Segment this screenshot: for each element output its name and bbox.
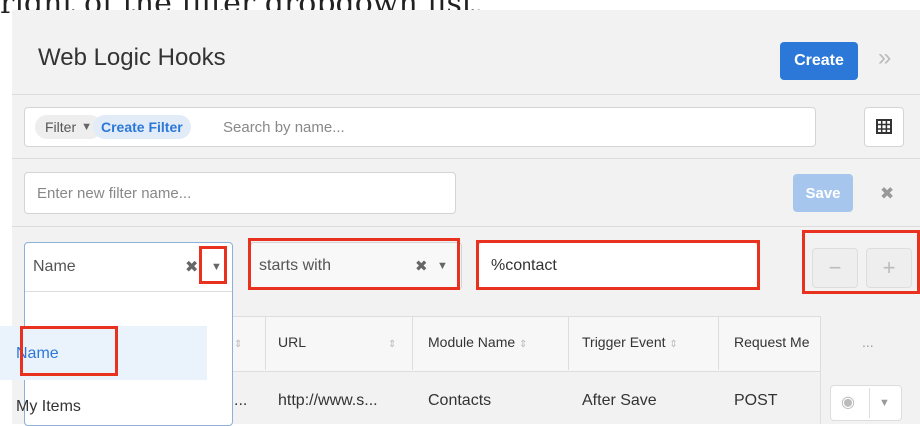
- cell-trigger: After Save: [582, 392, 657, 409]
- close-icon[interactable]: ✖: [880, 184, 894, 204]
- divider: [12, 158, 920, 159]
- cell-module: Contacts: [428, 392, 492, 409]
- column-header-request[interactable]: Request Me: [734, 334, 818, 350]
- column-divider: [412, 316, 413, 370]
- page-title: Web Logic Hooks: [38, 44, 226, 71]
- column-label: URL: [278, 334, 307, 350]
- cell-request: POST: [734, 392, 778, 409]
- create-button[interactable]: Create: [780, 42, 858, 80]
- save-button[interactable]: Save: [793, 174, 853, 212]
- filter-dropdown[interactable]: Filter ▼: [35, 115, 103, 139]
- highlight-box: [248, 238, 460, 290]
- divider: [12, 94, 920, 95]
- field-selected-value: Name: [33, 258, 76, 275]
- column-divider: [718, 316, 719, 370]
- dropdown-option-my-items[interactable]: My Items: [16, 398, 81, 416]
- chevron-down-icon[interactable]: ▼: [879, 397, 890, 409]
- sort-icon: ⇕: [519, 339, 528, 350]
- double-chevron-right-icon[interactable]: »: [878, 44, 891, 72]
- filter-name-input[interactable]: Enter new filter name...: [24, 172, 456, 214]
- eye-icon[interactable]: ◉: [841, 392, 855, 412]
- sort-icon: ⇕: [669, 339, 678, 350]
- table-grid-icon: [876, 119, 892, 134]
- highlight-box: [199, 246, 227, 284]
- column-label: Request Me: [734, 334, 810, 350]
- column-header-module[interactable]: Module Name ⇕: [428, 334, 527, 350]
- highlight-box: [476, 240, 760, 290]
- chevron-down-icon: ▼: [81, 121, 93, 133]
- column-settings-button[interactable]: ...: [862, 334, 874, 350]
- divider: [25, 291, 232, 292]
- filter-bar: Filter ▼ Create Filter Search by name...: [24, 107, 816, 147]
- search-input[interactable]: Search by name...: [223, 119, 345, 136]
- sort-icon[interactable]: ⇕: [234, 334, 242, 350]
- divider: [12, 226, 920, 227]
- cell-name: ...: [234, 392, 248, 409]
- sort-icon[interactable]: ⇕: [388, 334, 396, 350]
- list-view-toggle[interactable]: [864, 107, 904, 147]
- column-divider: [265, 316, 266, 370]
- button-divider: [869, 388, 870, 418]
- column-divider: [568, 316, 569, 370]
- column-header-url[interactable]: URL: [278, 334, 306, 350]
- column-label: Trigger Event: [582, 334, 666, 350]
- cell-url[interactable]: http://www.s...: [278, 392, 378, 410]
- column-header-trigger[interactable]: Trigger Event ⇕: [582, 334, 678, 350]
- row-actions-button[interactable]: ◉ ▼: [830, 385, 902, 421]
- column-label: Module Name: [428, 334, 516, 350]
- create-filter-pill[interactable]: Create Filter: [93, 115, 191, 139]
- highlight-box: [20, 326, 118, 376]
- filter-label: Filter: [45, 119, 77, 135]
- highlight-box: [802, 230, 920, 294]
- clear-icon[interactable]: ✖: [185, 257, 198, 277]
- filter-name-placeholder: Enter new filter name...: [37, 185, 192, 202]
